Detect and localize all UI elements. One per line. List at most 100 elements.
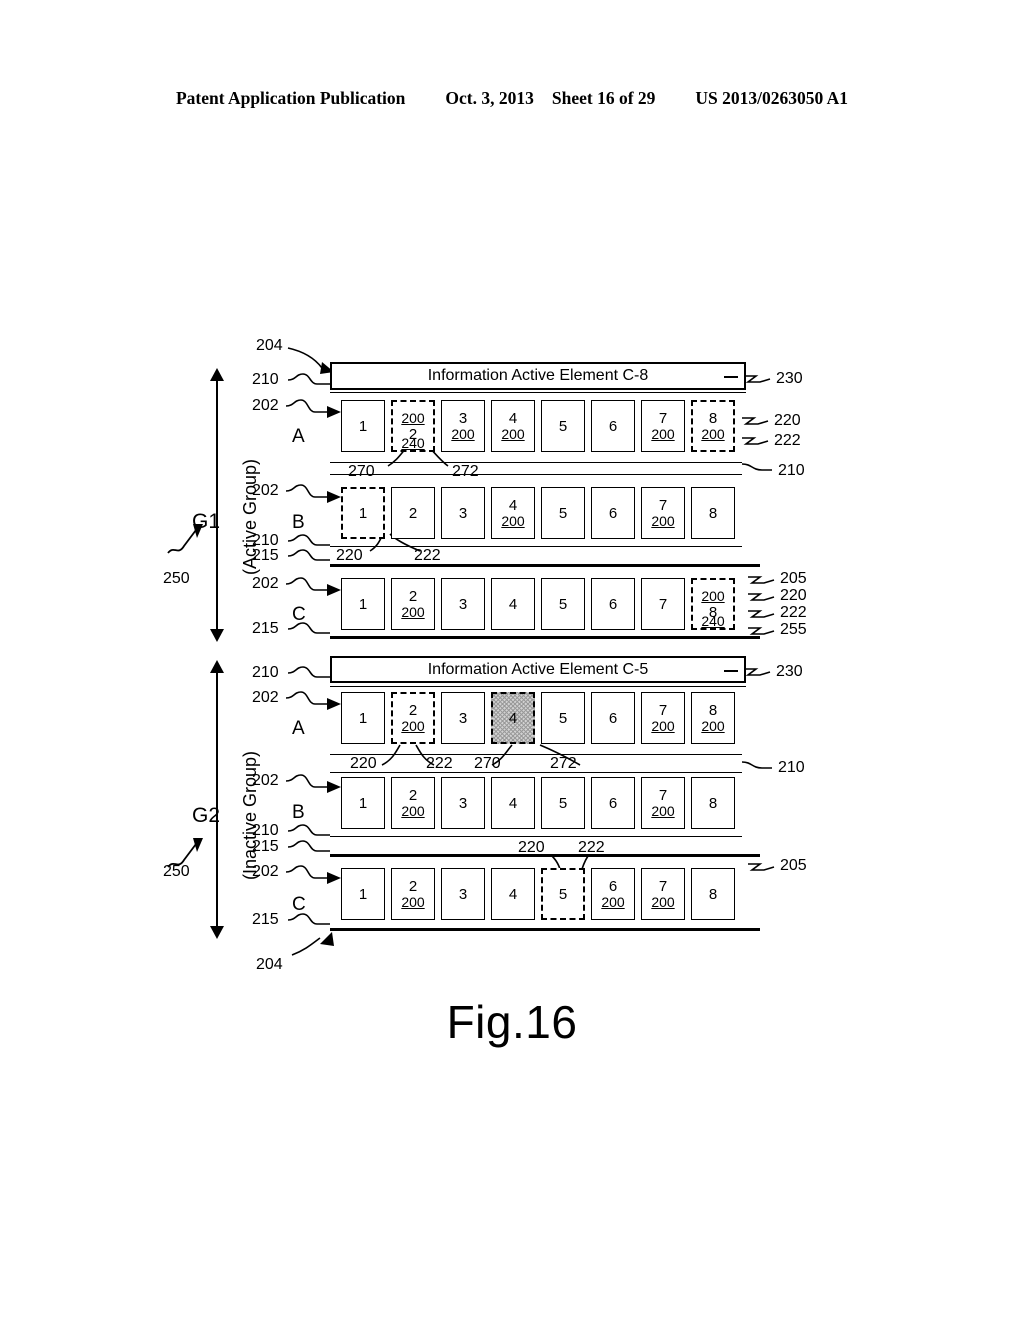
- row-sep-g2b-bottom2: [330, 854, 760, 857]
- cell-number: 3: [458, 885, 468, 903]
- element-cell-4[interactable]: 4: [491, 868, 535, 920]
- element-cell-4[interactable]: 4: [491, 777, 535, 829]
- element-cell-7[interactable]: 7 200: [641, 868, 685, 920]
- info-bar-g1[interactable]: Information Active Element C-8: [330, 362, 746, 390]
- row-letter-g2a: A: [292, 718, 305, 739]
- element-cell-5[interactable]: 5: [541, 692, 585, 744]
- cell-number: 1: [358, 885, 368, 903]
- cell-below-callout: 240: [701, 613, 725, 629]
- element-cell-1[interactable]: 1: [341, 400, 385, 452]
- callout-272-g2a: 272: [550, 755, 577, 772]
- cell-number: 5: [558, 794, 568, 812]
- element-cell-2[interactable]: 2 200: [391, 578, 435, 630]
- cell-number: 5: [558, 595, 568, 613]
- cell-number: 2: [408, 877, 418, 895]
- info-bar-g2[interactable]: Information Active Element C-5: [330, 656, 746, 683]
- element-cell-1[interactable]: 1: [341, 777, 385, 829]
- element-cell-3[interactable]: 3: [441, 487, 485, 539]
- callout-215-g2b: 215: [252, 838, 279, 855]
- element-cell-8[interactable]: 8 200: [691, 692, 735, 744]
- element-cell-2[interactable]: 2 200: [391, 777, 435, 829]
- info-bar-notch-g2: [724, 669, 738, 672]
- element-cell-8[interactable]: 8 200: [691, 400, 735, 452]
- element-cell-5[interactable]: 5: [541, 777, 585, 829]
- cell-number: 7: [658, 496, 668, 514]
- element-cell-6[interactable]: 6: [591, 777, 635, 829]
- callout-230-g1: 230: [776, 370, 803, 387]
- element-cell-7[interactable]: 7 200: [641, 692, 685, 744]
- row-sep-g2b-bottom: [330, 836, 742, 837]
- element-cell-6[interactable]: 6: [591, 692, 635, 744]
- callout-210-g2-bar: 210: [252, 664, 279, 681]
- row-sep-g2c-bottom: [330, 928, 760, 931]
- element-cell-5[interactable]: 5: [541, 868, 585, 920]
- element-cell-4[interactable]: 4 200: [491, 400, 535, 452]
- element-cell-2[interactable]: 2 200: [391, 692, 435, 744]
- element-cell-3[interactable]: 3: [441, 692, 485, 744]
- cell-number: 2: [408, 701, 418, 719]
- element-cell-5[interactable]: 5: [541, 400, 585, 452]
- element-cell-5[interactable]: 5: [541, 487, 585, 539]
- element-cell-4[interactable]: 4 200: [491, 487, 535, 539]
- element-cell-2[interactable]: 2: [391, 487, 435, 539]
- element-cell-4[interactable]: 4: [491, 692, 535, 744]
- callout-210-g1a-right: 210: [778, 462, 805, 479]
- element-cell-1[interactable]: 1: [341, 487, 385, 539]
- row-letter-g2c: C: [292, 894, 306, 915]
- row-sep-g1a-bottom: [330, 462, 742, 463]
- element-cell-8[interactable]: 200 8 240: [691, 578, 735, 630]
- cell-sup-label: 200: [701, 587, 725, 604]
- cell-number: 1: [358, 595, 368, 613]
- element-cell-6[interactable]: 6: [591, 400, 635, 452]
- element-cell-7[interactable]: 7 200: [641, 487, 685, 539]
- element-cell-6[interactable]: 6 200: [591, 868, 635, 920]
- cell-number: 4: [508, 885, 518, 903]
- callout-222-g1c: 222: [780, 604, 807, 621]
- element-cell-2[interactable]: 200 2 240: [391, 400, 435, 452]
- callout-204-top: 204: [256, 337, 283, 354]
- cell-number: 4: [508, 595, 518, 613]
- element-cell-8[interactable]: 8: [691, 777, 735, 829]
- element-cell-6[interactable]: 6: [591, 578, 635, 630]
- element-cell-1[interactable]: 1: [341, 578, 385, 630]
- cell-number: 3: [458, 595, 468, 613]
- element-cell-3[interactable]: 3: [441, 578, 485, 630]
- element-cell-7[interactable]: 7: [641, 578, 685, 630]
- row-sep-g2a-bottom2: [330, 772, 742, 773]
- element-cell-5[interactable]: 5: [541, 578, 585, 630]
- cell-number: 3: [458, 794, 468, 812]
- callout-222-g1a: 222: [774, 432, 801, 449]
- element-cell-7[interactable]: 7 200: [641, 400, 685, 452]
- callout-205-g2c: 205: [780, 857, 807, 874]
- callout-210-g2a-right: 210: [778, 759, 805, 776]
- callout-270-g2a: 270: [474, 755, 501, 772]
- cell-sub-label: 200: [651, 802, 675, 819]
- cell-sub-label: 200: [651, 717, 675, 734]
- element-cell-8[interactable]: 8: [691, 487, 735, 539]
- element-cell-1[interactable]: 1: [341, 868, 385, 920]
- cell-sub-label: 200: [501, 425, 525, 442]
- arrowhead-250-g2: [193, 838, 203, 852]
- group-axis-g1: [210, 368, 224, 642]
- cell-number: 3: [458, 709, 468, 727]
- cell-number: 4: [508, 794, 518, 812]
- callout-230-g2: 230: [776, 663, 803, 680]
- element-cell-3[interactable]: 3 200: [441, 400, 485, 452]
- callout-205-g1c: 205: [780, 570, 807, 587]
- element-cell-1[interactable]: 1: [341, 692, 385, 744]
- cell-sub-label: 200: [651, 893, 675, 910]
- callout-220-g1b: 220: [336, 547, 363, 564]
- element-cell-6[interactable]: 6: [591, 487, 635, 539]
- element-cell-8[interactable]: 8: [691, 868, 735, 920]
- element-cell-3[interactable]: 3: [441, 777, 485, 829]
- header-docnum: US 2013/0263050 A1: [695, 88, 849, 108]
- row-sep-g1b-bottom: [330, 546, 742, 547]
- element-cell-3[interactable]: 3: [441, 868, 485, 920]
- element-cell-7[interactable]: 7 200: [641, 777, 685, 829]
- element-cell-4[interactable]: 4: [491, 578, 535, 630]
- element-cell-2[interactable]: 2 200: [391, 868, 435, 920]
- cell-number: 5: [558, 504, 568, 522]
- arrowhead-202-g1b: [327, 491, 341, 503]
- info-bar-text-g1: Information Active Element C-8: [427, 367, 649, 384]
- cell-number: 6: [608, 417, 618, 435]
